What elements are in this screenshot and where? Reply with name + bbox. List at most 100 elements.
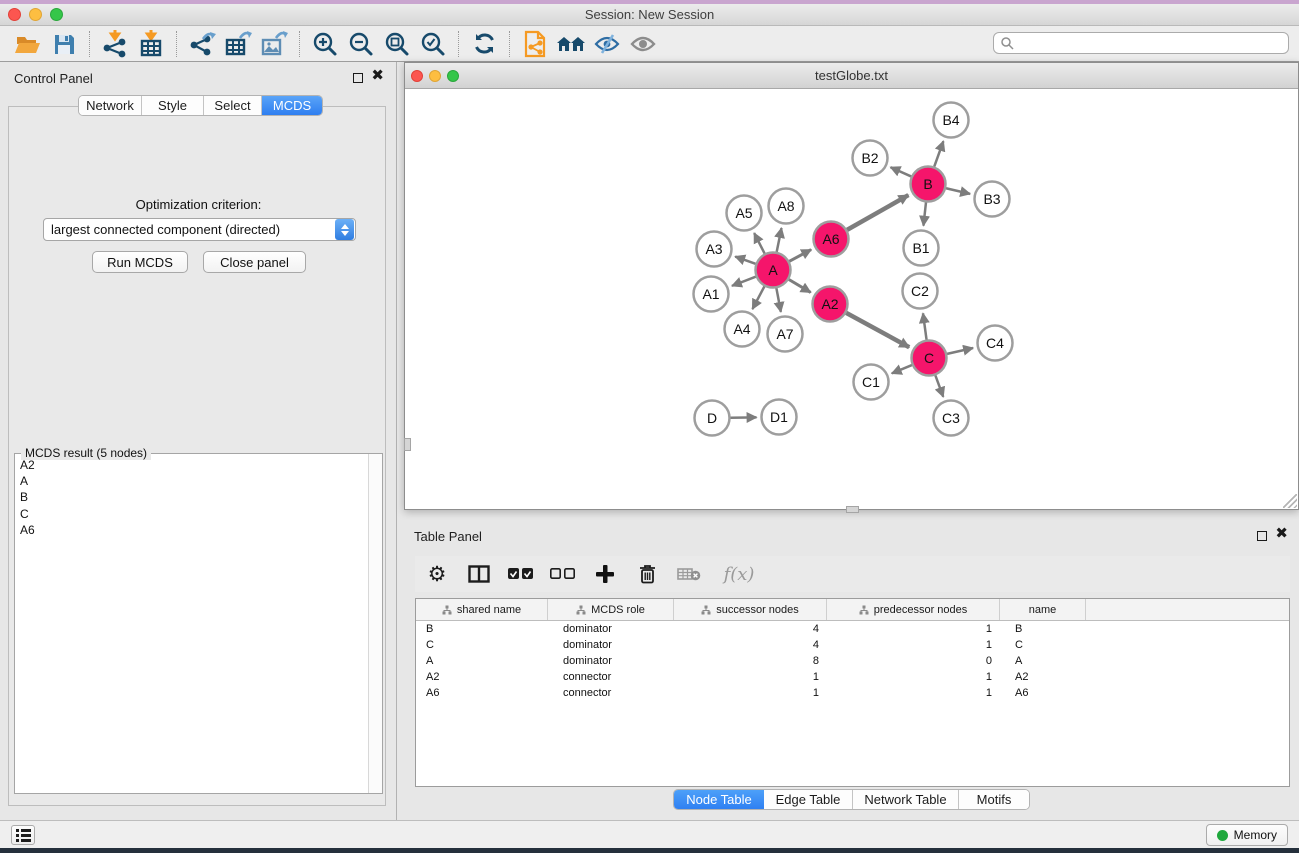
graph-edge-C-C3[interactable] [935, 375, 943, 397]
tab-edge-table[interactable]: Edge Table [764, 790, 853, 809]
zoom-in-icon [312, 31, 338, 57]
network-window-titlebar[interactable]: testGlobe.txt [405, 63, 1298, 89]
tab-select[interactable]: Select [204, 96, 262, 115]
mcds-result-box: MCDS result (5 nodes) A2ABCA6 [14, 453, 383, 794]
zoom-fit-button[interactable] [379, 29, 415, 59]
application-window: Session: New Session [0, 0, 1299, 853]
close-panel-icon[interactable]: ✖ [371, 67, 384, 85]
column-header-MCDS-role[interactable]: MCDS role [548, 599, 674, 620]
mcds-result-item[interactable]: A [20, 473, 368, 489]
eye-slash-icon [593, 32, 621, 56]
node-table[interactable]: shared nameMCDS rolesuccessor nodesprede… [415, 598, 1290, 787]
table-cell: 1 [674, 671, 827, 683]
zoom-fit-icon [384, 31, 410, 57]
close-table-panel-icon[interactable]: ✖ [1275, 525, 1288, 543]
document-network-icon [522, 30, 548, 58]
memory-button[interactable]: Memory [1206, 824, 1288, 846]
run-mcds-button[interactable]: Run MCDS [92, 251, 188, 273]
show-panels-button[interactable] [625, 29, 661, 59]
search-input[interactable] [1014, 36, 1288, 50]
table-row[interactable]: A2connector11A2 [416, 669, 1289, 685]
mcds-result-item[interactable]: C [20, 506, 368, 522]
mcds-result-item[interactable]: A2 [20, 457, 368, 473]
graph-edge-C-C1[interactable] [892, 365, 912, 373]
mcds-list-scrollbar[interactable] [368, 454, 382, 793]
task-history-button[interactable] [11, 825, 35, 845]
mcds-result-item[interactable]: A6 [20, 522, 368, 538]
graph-edge-C-C2[interactable] [923, 313, 927, 339]
home-button[interactable] [553, 29, 589, 59]
zoom-in-button[interactable] [307, 29, 343, 59]
refresh-icon [472, 31, 497, 56]
plus-icon [596, 565, 614, 583]
window-resize-grip[interactable] [1283, 494, 1297, 508]
graph-edge-A6-B[interactable] [847, 195, 908, 230]
open-file-button[interactable] [10, 29, 46, 59]
tab-motifs[interactable]: Motifs [959, 790, 1029, 809]
unselect-all-button[interactable] [549, 560, 577, 588]
graph-edge-A2-C[interactable] [846, 313, 909, 347]
table-row[interactable]: A6connector11A6 [416, 685, 1289, 701]
save-session-button[interactable] [46, 29, 82, 59]
select-all-button[interactable] [507, 560, 535, 588]
canvas-bottom-handle[interactable] [846, 506, 859, 513]
create-column-button[interactable] [591, 560, 619, 588]
refresh-button[interactable] [466, 29, 502, 59]
float-panel-icon[interactable] [353, 73, 363, 83]
zoom-selected-button[interactable] [415, 29, 451, 59]
graph-edge-A-A3[interactable] [735, 257, 755, 264]
graph-edge-B-B2[interactable] [891, 167, 912, 176]
column-header-predecessor-nodes[interactable]: predecessor nodes [827, 599, 1000, 620]
graph-edge-A-A1[interactable] [732, 277, 756, 286]
table-cell: A2 [1000, 671, 1086, 683]
hide-panels-button[interactable] [589, 29, 625, 59]
close-panel-button[interactable]: Close panel [203, 251, 306, 273]
graph-edge-A-A2[interactable] [789, 279, 811, 292]
graph-edge-C-C4[interactable] [947, 348, 973, 354]
network-canvas[interactable]: B4B2BB3A5A8A6B1A3AA1C2A2A4A7C4CC1C3DD1 [405, 89, 1298, 509]
table-row[interactable]: Adominator80A [416, 653, 1289, 669]
function-builder-button[interactable]: f(x) [717, 560, 761, 588]
column-header-successor-nodes[interactable]: successor nodes [674, 599, 827, 620]
tab-style[interactable]: Style [142, 96, 204, 115]
table-row[interactable]: Bdominator41B [416, 621, 1289, 637]
export-image-button[interactable] [256, 29, 292, 59]
export-network-button[interactable] [184, 29, 220, 59]
graph-edge-B-B1[interactable] [923, 202, 926, 225]
search-field[interactable] [993, 32, 1289, 54]
tab-network-table[interactable]: Network Table [853, 790, 959, 809]
criterion-dropdown[interactable]: largest connected component (directed) [43, 218, 356, 241]
graph-node-label: D1 [770, 409, 788, 425]
delete-table-button[interactable] [675, 560, 703, 588]
float-table-panel-icon[interactable] [1257, 531, 1267, 541]
graph-edge-B-B4[interactable] [934, 141, 943, 166]
zoom-out-button[interactable] [343, 29, 379, 59]
column-header-shared-name[interactable]: shared name [416, 599, 548, 620]
canvas-left-handle[interactable] [404, 438, 411, 451]
graph-edge-A-A4[interactable] [752, 286, 764, 309]
export-table-button[interactable] [220, 29, 256, 59]
tab-network[interactable]: Network [79, 96, 142, 115]
graph-edge-A-A5[interactable] [754, 233, 764, 253]
new-session-from-network-button[interactable] [517, 29, 553, 59]
tab-mcds[interactable]: MCDS [262, 96, 322, 115]
graph-node-label: A2 [821, 296, 838, 312]
network-window-title: testGlobe.txt [405, 68, 1298, 83]
mcds-result-item[interactable]: B [20, 489, 368, 505]
trash-icon [639, 564, 656, 584]
column-header-name[interactable]: name [1000, 599, 1086, 620]
graph-edge-A-A6[interactable] [789, 250, 811, 262]
import-network-button[interactable] [97, 29, 133, 59]
graph-edge-A-A8[interactable] [777, 228, 782, 252]
mcds-result-list[interactable]: A2ABCA6 [15, 454, 368, 793]
tab-node-table[interactable]: Node Table [674, 790, 764, 809]
delete-column-button[interactable] [633, 560, 661, 588]
table-row[interactable]: Cdominator41C [416, 637, 1289, 653]
graph-edge-B-B3[interactable] [946, 188, 970, 194]
table-toolbar: ⚙ [415, 556, 1290, 592]
table-settings-button[interactable]: ⚙ [423, 560, 451, 588]
import-table-button[interactable] [133, 29, 169, 59]
show-column-button[interactable] [465, 560, 493, 588]
search-icon [1000, 36, 1014, 50]
graph-edge-A-A7[interactable] [776, 288, 780, 312]
